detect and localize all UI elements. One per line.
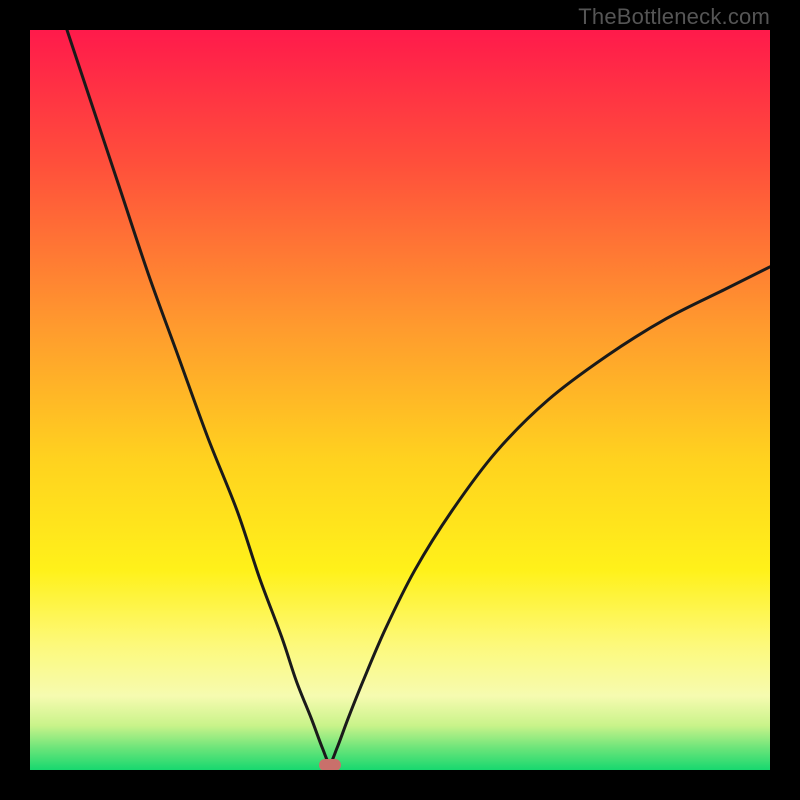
plot-area [30,30,770,770]
minimum-marker [319,759,341,770]
chart-frame: TheBottleneck.com [0,0,800,800]
bottleneck-curve [30,30,770,770]
watermark-text: TheBottleneck.com [578,4,770,30]
